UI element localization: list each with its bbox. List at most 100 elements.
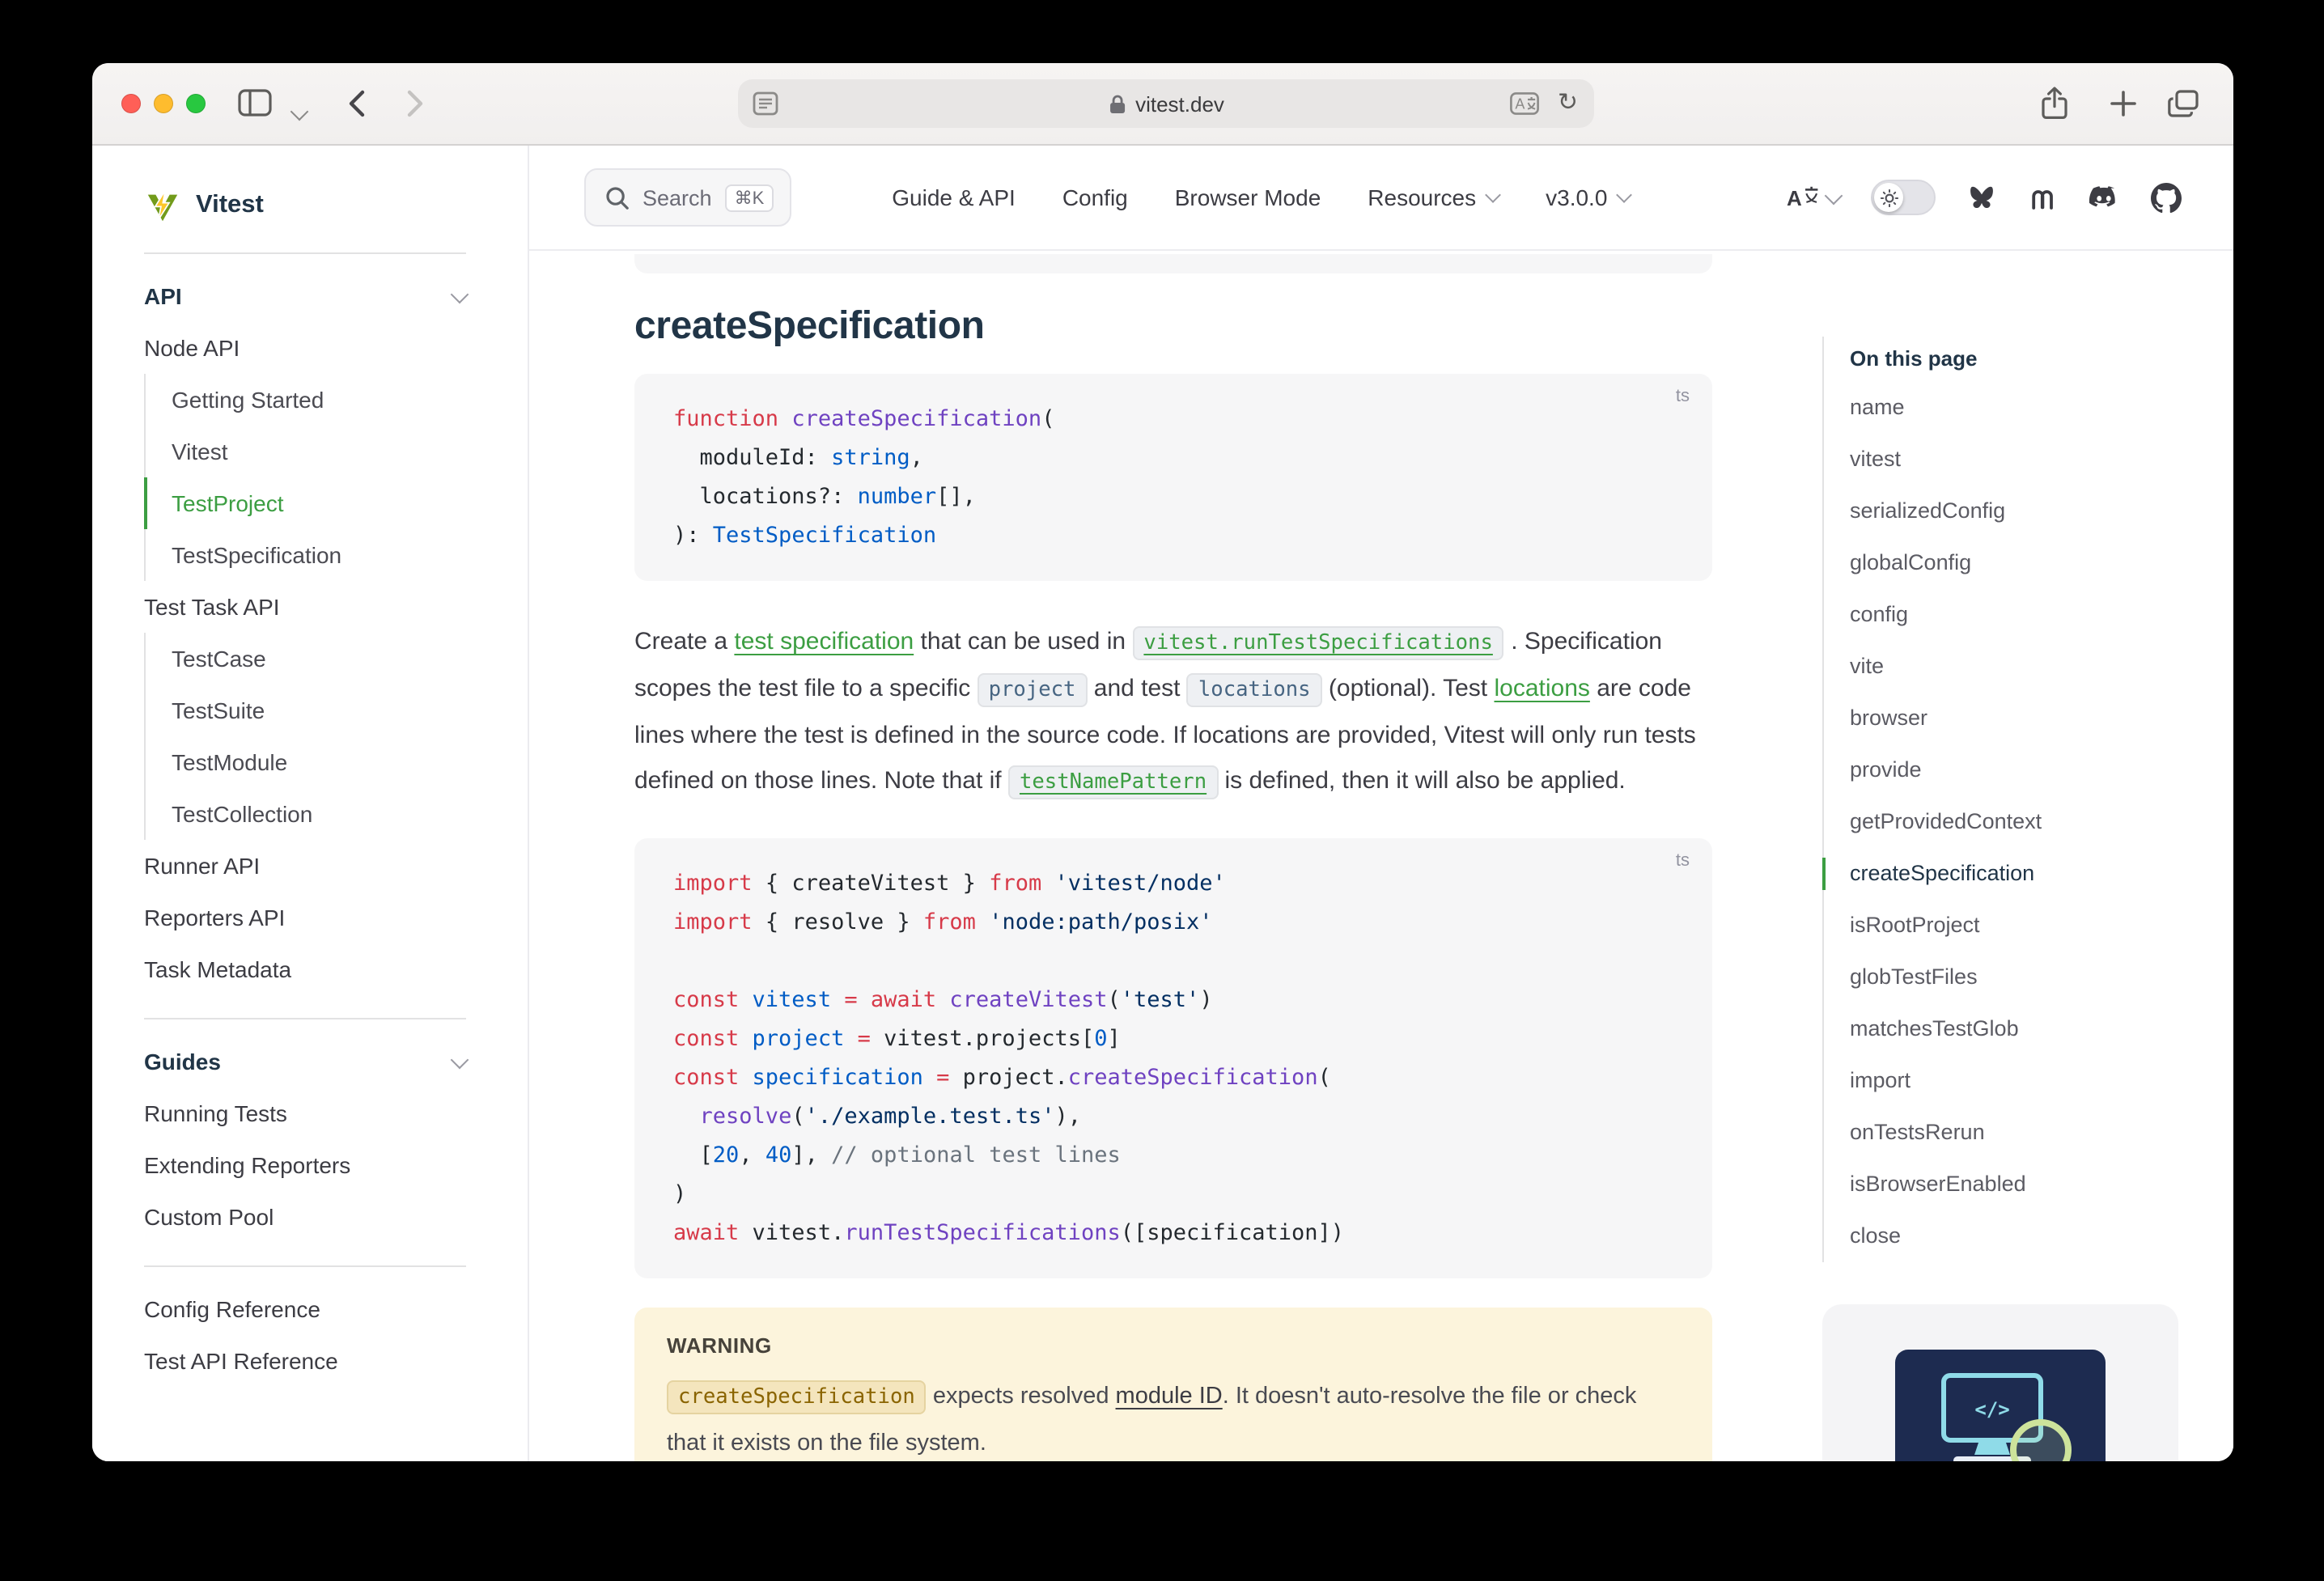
sidebar-group-label: API — [144, 283, 182, 309]
sidebar-item-config-reference[interactable]: Config Reference — [144, 1283, 466, 1335]
sidebar-item-extending-reporters[interactable]: Extending Reporters — [144, 1139, 466, 1191]
sidebar-group-guides[interactable]: Guides — [144, 1036, 466, 1087]
new-tab-button[interactable] — [2109, 89, 2138, 118]
text-run: expects resolved — [927, 1384, 1116, 1409]
sidebar-item-testcollection[interactable]: TestCollection — [144, 788, 466, 840]
nav-actions: A — [1787, 180, 2182, 215]
language-menu[interactable]: A — [1787, 184, 1840, 210]
toc-item-close[interactable]: close — [1850, 1210, 2178, 1262]
nav-link-v3-0-0[interactable]: v3.0.0 — [1546, 184, 1630, 210]
sidebar-item-testcase[interactable]: TestCase — [144, 633, 466, 685]
bluesky-icon — [1966, 183, 1997, 212]
toc-item-isrootproject[interactable]: isRootProject — [1850, 900, 2178, 952]
theme-toggle[interactable] — [1871, 180, 1936, 215]
ad-illustration: </> — [1895, 1350, 2106, 1461]
toc-item-vite[interactable]: vite — [1850, 641, 2178, 693]
mastodon-icon — [2028, 183, 2057, 212]
toc-item-browser[interactable]: browser — [1850, 693, 2178, 744]
toc-item-provide[interactable]: provide — [1850, 744, 2178, 796]
browser-window: vitest.dev A ↻ — [92, 63, 2233, 1461]
sidebar-item-reporters-api[interactable]: Reporters API — [144, 892, 466, 943]
toc-item-globalconfig[interactable]: globalConfig — [1850, 537, 2178, 589]
inline-code-link-vitest-runtestspecifications[interactable]: vitest.runTestSpecifications — [1132, 626, 1503, 660]
chevron-down-icon — [1617, 187, 1633, 203]
mastodon-link[interactable] — [2028, 183, 2057, 212]
site-logo[interactable]: Vitest — [144, 181, 466, 230]
code-block-signature: ts function createSpecification( moduleI… — [634, 374, 1712, 581]
forward-button[interactable] — [406, 89, 424, 118]
address-bar[interactable]: vitest.dev A ↻ — [738, 79, 1594, 128]
sidebar-item-test-api-reference[interactable]: Test API Reference — [144, 1335, 466, 1387]
chevron-down-icon — [290, 103, 309, 121]
toc-item-serializedconfig[interactable]: serializedConfig — [1850, 485, 2178, 537]
nav-link-guide-api[interactable]: Guide & API — [892, 184, 1016, 210]
nav-links: Guide & API Config Browser Mode Resources v3… — [892, 184, 1630, 210]
brand-name: Vitest — [196, 191, 264, 220]
nav-link-resources[interactable]: Resources — [1368, 184, 1499, 210]
chevron-down-icon — [451, 285, 469, 303]
text-run: and test — [1087, 675, 1186, 702]
back-button[interactable] — [348, 89, 366, 118]
toc-item-globtestfiles[interactable]: globTestFiles — [1850, 952, 2178, 1003]
sidebar-item-vitest[interactable]: Vitest — [144, 426, 466, 477]
sidebar-toggle-button[interactable] — [238, 89, 272, 117]
zoom-window-button[interactable] — [186, 94, 206, 113]
close-window-button[interactable] — [121, 94, 141, 113]
sidebar-item-node-api[interactable]: Node API — [144, 322, 466, 374]
previous-code-block-partial — [634, 254, 1712, 273]
inline-link-module-id[interactable]: module ID — [1116, 1384, 1223, 1409]
inline-link-test-specification[interactable]: test specification — [734, 628, 914, 655]
sidebar-group-label: Guides — [144, 1049, 221, 1074]
toc-item-config[interactable]: config — [1850, 589, 2178, 641]
search-icon — [605, 185, 630, 210]
sidebar-item-custom-pool[interactable]: Custom Pool — [144, 1191, 466, 1243]
discord-icon — [2088, 183, 2120, 212]
tab-overview-button[interactable] — [2167, 89, 2199, 118]
toc-item-isbrowserenabled[interactable]: isBrowserEnabled — [1850, 1159, 2178, 1210]
text-run: is defined, then it will also be applied… — [1218, 767, 1626, 795]
sidebar-item-test-task-api[interactable]: Test Task API — [144, 581, 466, 633]
toc-item-name[interactable]: name — [1850, 382, 2178, 434]
nav-link-browser-mode[interactable]: Browser Mode — [1175, 184, 1321, 210]
toc-item-matchestestglob[interactable]: matchesTestGlob — [1850, 1003, 2178, 1055]
inline-code-link-testnamepattern[interactable]: testNamePattern — [1008, 765, 1218, 799]
toc: On this page namevitestserializedConfigg… — [1822, 337, 2178, 1262]
search-button[interactable]: Search ⌘K — [584, 168, 791, 227]
toc-item-createspecification[interactable]: createSpecification — [1850, 848, 2178, 900]
translate-icon[interactable]: A — [1510, 92, 1539, 115]
plus-icon — [2109, 89, 2138, 118]
reload-icon[interactable]: ↻ — [1558, 87, 1578, 117]
share-button[interactable] — [2041, 86, 2068, 120]
code: import { createVitest } from 'vitest/nod… — [673, 864, 1673, 1253]
language-icon: A — [1787, 184, 1819, 210]
toc-item-getprovidedcontext[interactable]: getProvidedContext — [1850, 796, 2178, 848]
sidebar-item-getting-started[interactable]: Getting Started — [144, 374, 466, 426]
github-icon — [2151, 182, 2182, 213]
github-link[interactable] — [2151, 182, 2182, 213]
sidebar-item-testsuite[interactable]: TestSuite — [144, 685, 466, 736]
bluesky-link[interactable] — [1966, 183, 1997, 212]
toc-title: On this page — [1850, 337, 2178, 382]
doc-scroll-area[interactable]: createSpecification ts function createSp… — [529, 251, 2233, 1461]
sidebar-group-api[interactable]: API — [144, 270, 466, 322]
inline-link-locations[interactable]: locations — [1494, 675, 1589, 702]
sidebar-item-testmodule[interactable]: TestModule — [144, 736, 466, 788]
sidebar-item-runner-api[interactable]: Runner API — [144, 840, 466, 892]
discord-link[interactable] — [2088, 183, 2120, 212]
sidebar-item-testspecification[interactable]: TestSpecification — [144, 529, 466, 581]
page-format-icon[interactable] — [753, 91, 778, 117]
sidebar-item-task-metadata[interactable]: Task Metadata — [144, 943, 466, 995]
sidebar-item-testproject[interactable]: TestProject — [144, 477, 466, 529]
nav-link-config[interactable]: Config — [1062, 184, 1128, 210]
chevron-down-icon — [451, 1050, 469, 1069]
inline-code: createSpecification — [667, 1380, 927, 1414]
minimize-window-button[interactable] — [154, 94, 173, 113]
text-run: (optional). Test — [1322, 675, 1495, 702]
sidebar-item-running-tests[interactable]: Running Tests — [144, 1087, 466, 1139]
share-icon — [2041, 86, 2068, 120]
sidebar-menu-chevron[interactable] — [293, 97, 306, 126]
toc-item-vitest[interactable]: vitest — [1850, 434, 2178, 485]
sponsor-card[interactable]: </> — [1822, 1304, 2178, 1461]
toc-item-import[interactable]: import — [1850, 1055, 2178, 1107]
toc-item-ontestsrerun[interactable]: onTestsRerun — [1850, 1107, 2178, 1159]
